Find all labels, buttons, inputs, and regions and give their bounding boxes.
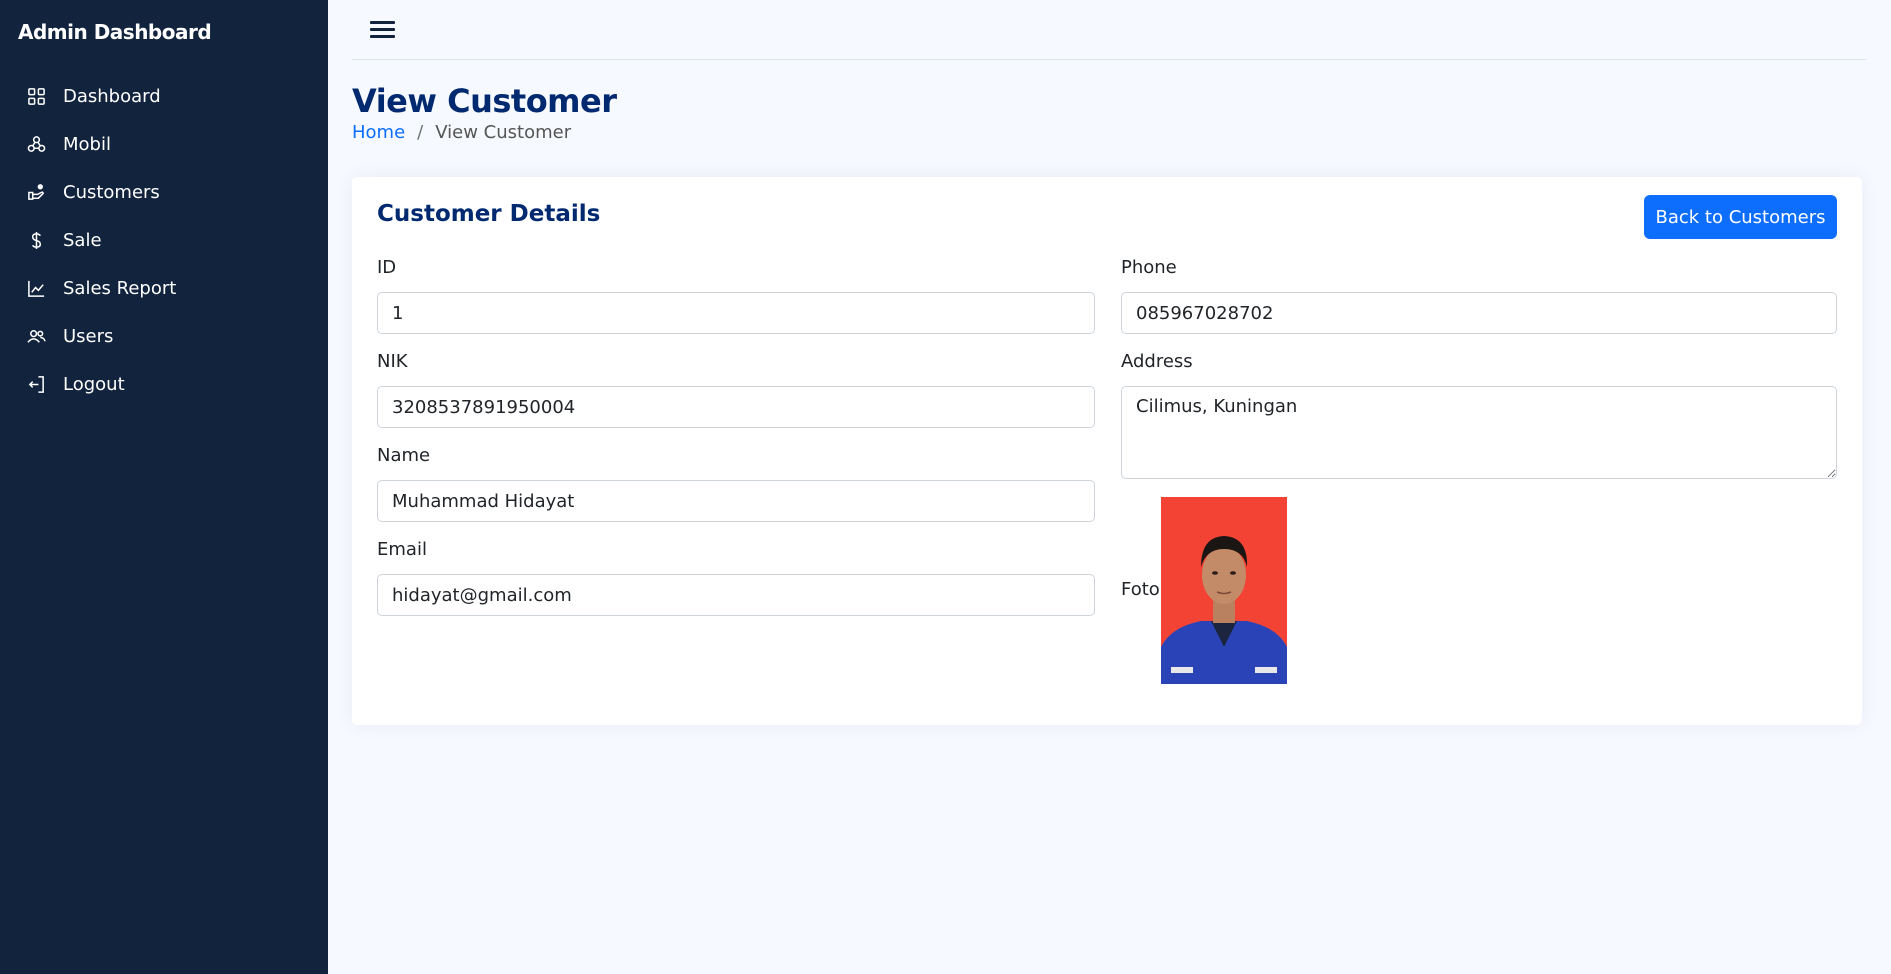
- sidebar-item-label: Dashboard: [63, 85, 161, 107]
- breadcrumb-separator: /: [417, 122, 424, 143]
- address-field[interactable]: Cilimus, Kuningan: [1121, 386, 1837, 479]
- customer-photo: [1161, 497, 1287, 684]
- share-nodes-icon: [26, 134, 46, 154]
- name-field[interactable]: [377, 480, 1095, 522]
- hamburger-icon[interactable]: [370, 18, 398, 40]
- brand-title[interactable]: Admin Dashboard: [18, 20, 212, 44]
- sidebar-item-mobil[interactable]: Mobil: [0, 120, 328, 168]
- sidebar-item-label: Users: [63, 325, 114, 347]
- customers-icon: [26, 182, 46, 202]
- logout-icon: [26, 374, 46, 394]
- address-label: Address: [1121, 351, 1193, 372]
- main-content: View Customer Home / View Customer Custo…: [328, 0, 1891, 974]
- phone-label: Phone: [1121, 257, 1177, 278]
- name-label: Name: [377, 445, 431, 466]
- top-header: [352, 0, 1866, 60]
- chart-line-icon: [26, 278, 46, 298]
- card-title: Customer Details: [377, 201, 601, 227]
- users-icon: [26, 326, 46, 346]
- id-field[interactable]: [377, 292, 1095, 334]
- breadcrumb: Home / View Customer: [352, 122, 571, 143]
- sidebar-item-customers[interactable]: Customers: [0, 168, 328, 216]
- sidebar-item-sales-report[interactable]: Sales Report: [0, 264, 328, 312]
- page-title: View Customer: [352, 82, 617, 120]
- id-label: ID: [377, 257, 397, 278]
- sidebar-nav: Dashboard Mobil Customers Sale Sales Rep…: [0, 72, 328, 408]
- nik-label: NIK: [377, 351, 408, 372]
- sidebar-item-label: Sales Report: [63, 277, 177, 299]
- sidebar-item-label: Customers: [63, 181, 160, 203]
- nik-field[interactable]: [377, 386, 1095, 428]
- grid-icon: [26, 86, 46, 106]
- sidebar-item-label: Mobil: [63, 133, 111, 155]
- foto-label: Foto: [1121, 579, 1160, 600]
- back-to-customers-button[interactable]: Back to Customers: [1644, 195, 1837, 239]
- email-field[interactable]: [377, 574, 1095, 616]
- phone-field[interactable]: [1121, 292, 1837, 334]
- sidebar-item-logout[interactable]: Logout: [0, 360, 328, 408]
- email-label: Email: [377, 539, 427, 560]
- sidebar: Admin Dashboard Dashboard Mobil Customer…: [0, 0, 328, 974]
- breadcrumb-home-link[interactable]: Home: [352, 122, 405, 143]
- sidebar-item-label: Logout: [63, 373, 125, 395]
- sidebar-item-label: Sale: [63, 229, 102, 251]
- customer-details-card: Customer Details Back to Customers ID NI…: [352, 177, 1862, 725]
- sidebar-item-dashboard[interactable]: Dashboard: [0, 72, 328, 120]
- breadcrumb-current: View Customer: [435, 122, 572, 143]
- customer-photo-avatar: [1161, 497, 1287, 684]
- dollar-icon: [26, 230, 46, 250]
- sidebar-item-sale[interactable]: Sale: [0, 216, 328, 264]
- sidebar-item-users[interactable]: Users: [0, 312, 328, 360]
